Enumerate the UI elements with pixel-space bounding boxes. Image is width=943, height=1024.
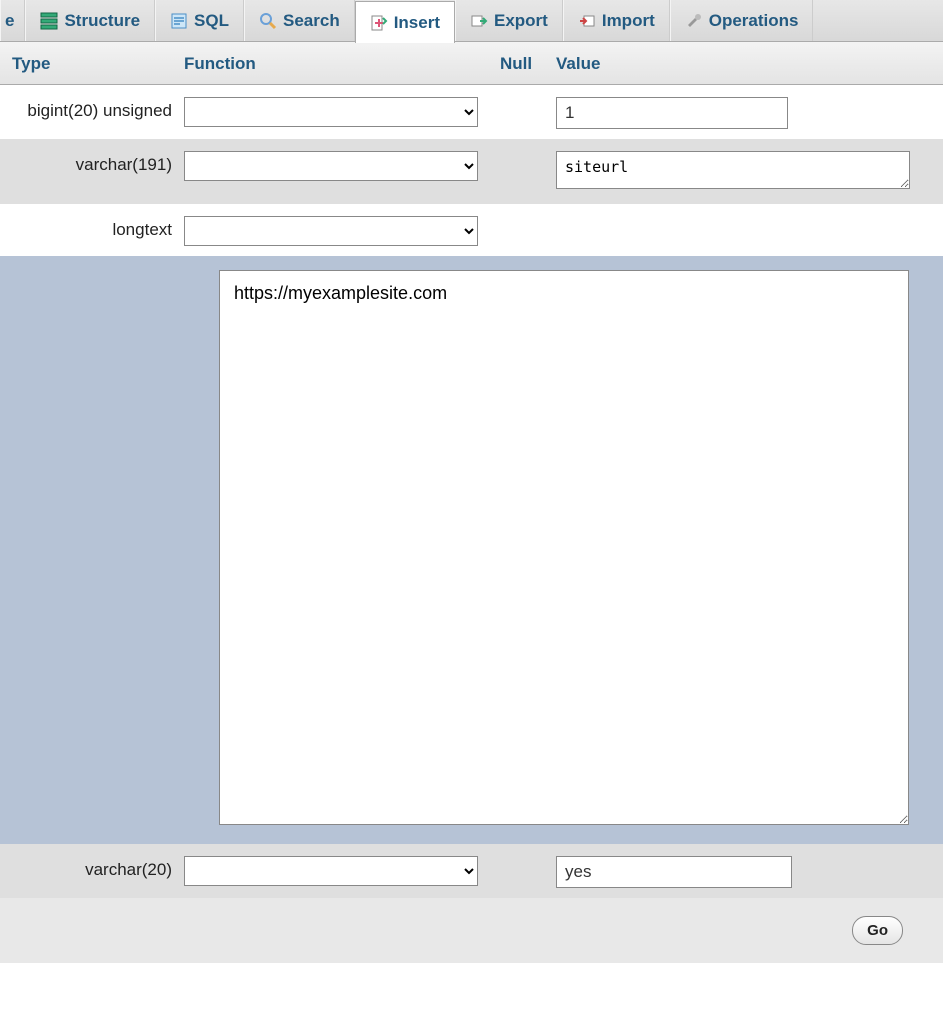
type-label: varchar(20) — [0, 854, 184, 880]
tab-label: Structure — [64, 11, 140, 31]
header-function: Function — [184, 54, 500, 74]
value-textarea[interactable] — [556, 151, 910, 189]
table-row: longtext — [0, 204, 943, 256]
function-select[interactable] — [184, 856, 478, 886]
type-label: varchar(191) — [0, 149, 184, 175]
import-icon — [578, 12, 596, 30]
operations-icon — [685, 12, 703, 30]
column-headers: Type Function Null Value — [0, 42, 943, 85]
tab-label: Operations — [709, 11, 799, 31]
tab-sql[interactable]: SQL — [155, 0, 244, 41]
type-label: bigint(20) unsigned — [0, 95, 184, 121]
tab-browse-partial[interactable]: e — [0, 0, 25, 41]
tab-import[interactable]: Import — [563, 0, 670, 41]
tab-label: e — [5, 11, 14, 31]
header-null: Null — [500, 54, 556, 74]
search-icon — [259, 12, 277, 30]
table-row: varchar(191) — [0, 139, 943, 204]
longtext-editor-wrap — [0, 256, 943, 844]
type-label: longtext — [0, 214, 184, 240]
header-value: Value — [556, 54, 943, 74]
insert-icon — [370, 14, 388, 32]
table-row: bigint(20) unsigned — [0, 85, 943, 139]
export-icon — [470, 12, 488, 30]
sql-icon — [170, 12, 188, 30]
tab-operations[interactable]: Operations — [670, 0, 814, 41]
header-type: Type — [0, 54, 184, 74]
function-select[interactable] — [184, 151, 478, 181]
tab-structure[interactable]: Structure — [25, 0, 155, 41]
tab-search[interactable]: Search — [244, 0, 355, 41]
value-textarea-large[interactable] — [219, 270, 909, 825]
structure-icon — [40, 12, 58, 30]
function-select[interactable] — [184, 216, 478, 246]
form-footer: Go — [0, 898, 943, 963]
table-row: varchar(20) — [0, 844, 943, 898]
function-select[interactable] — [184, 97, 478, 127]
tab-label: Import — [602, 11, 655, 31]
tab-label: Insert — [394, 13, 440, 33]
tab-label: SQL — [194, 11, 229, 31]
tab-insert[interactable]: Insert — [355, 1, 455, 43]
value-input[interactable] — [556, 856, 792, 888]
tab-export[interactable]: Export — [455, 0, 563, 41]
tab-label: Export — [494, 11, 548, 31]
tab-label: Search — [283, 11, 340, 31]
go-button[interactable]: Go — [852, 916, 903, 945]
value-input[interactable] — [556, 97, 788, 129]
tab-bar: e Structure SQL Search Insert Export I — [0, 0, 943, 42]
